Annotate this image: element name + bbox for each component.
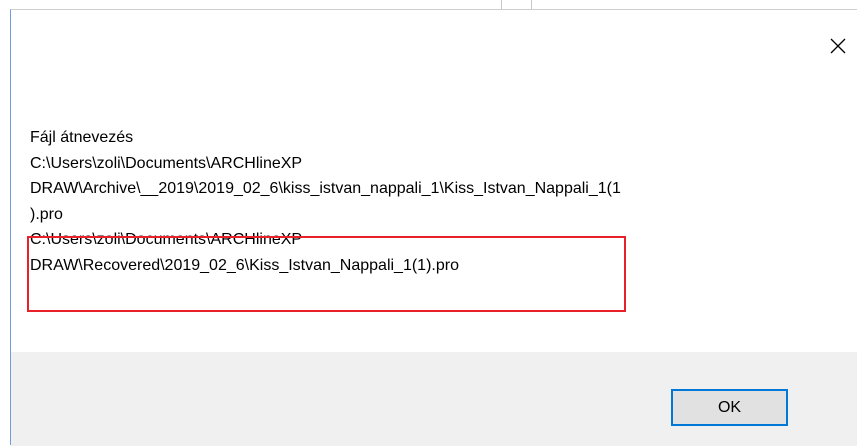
- close-icon: [830, 38, 846, 54]
- dialog-footer: OK: [11, 352, 857, 446]
- message-title: Fájl átnevezés: [30, 129, 134, 146]
- close-button[interactable]: [816, 29, 857, 63]
- old-path-line-2: DRAW\Archive\__2019\2019_02_6\kiss_istva…: [30, 180, 621, 197]
- old-path-line-3: ).pro: [30, 205, 63, 223]
- message-dialog: Fájl átnevezés C:\Users\zoli\Documents\A…: [10, 9, 857, 446]
- old-path-line-1: C:\Users\zoli\Documents\ARCHlineXP: [30, 154, 303, 172]
- ok-button[interactable]: OK: [671, 389, 788, 426]
- new-path-highlight-box: [27, 236, 626, 312]
